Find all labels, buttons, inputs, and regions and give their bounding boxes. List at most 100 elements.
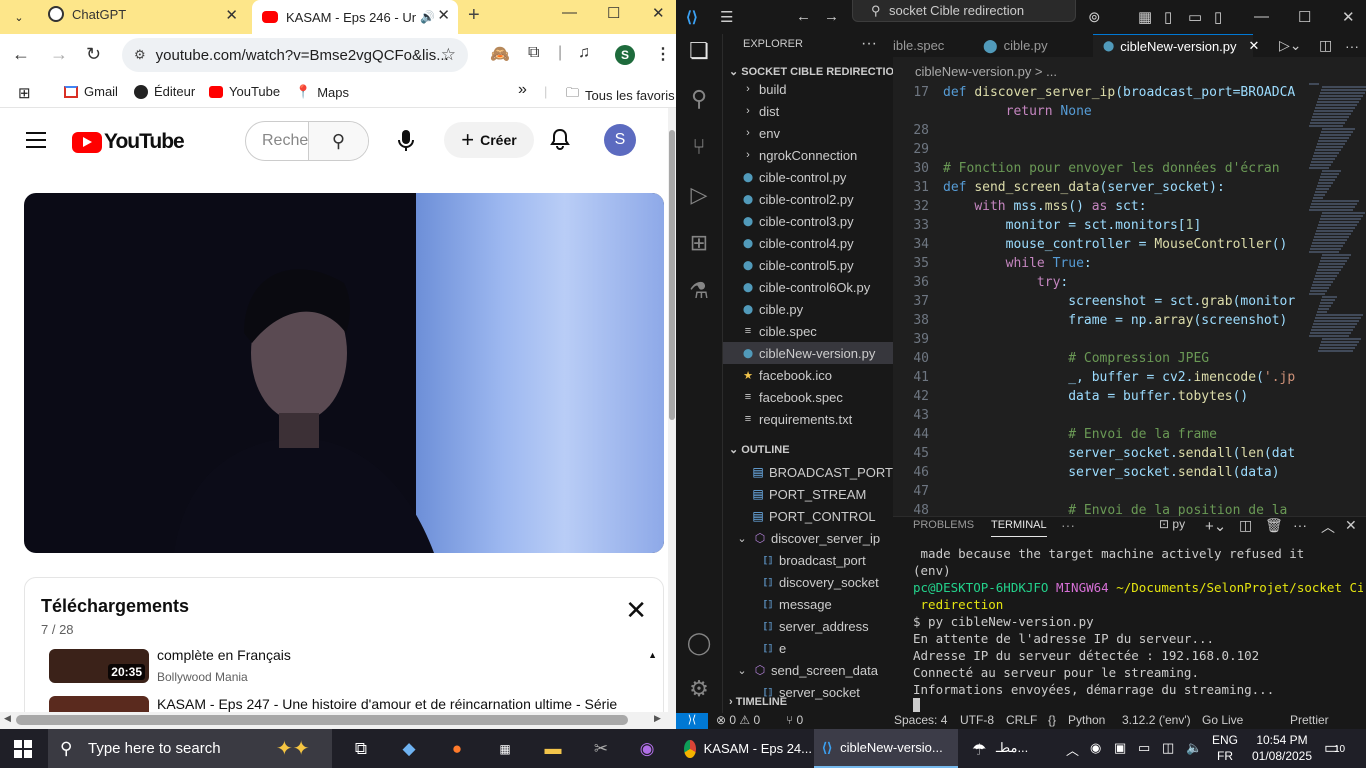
calendar-app-icon[interactable]: ▦ [492,737,518,761]
extensions-puzzle-icon[interactable]: ⧉ [528,44,539,62]
file-item[interactable]: ⬤ cible.py [723,298,893,320]
file-item[interactable]: ≡ facebook.spec [723,386,893,408]
bookmark-star-icon[interactable]: ☆ [441,45,456,65]
extensions-icon[interactable]: ⊞ [686,230,712,256]
search-icon[interactable]: ⚲ [686,86,712,112]
download-thumbnail[interactable] [49,696,149,712]
url-bar[interactable]: ⚙ youtube.com/watch?v=Bmse2vgQCFo&lis...… [122,38,468,72]
toggle-panel-icon[interactable]: ▭ [1188,8,1202,26]
outline-item[interactable]: ⟦⟧ message [723,593,893,615]
collapse-icon[interactable]: ▲ [648,650,657,660]
meet-icon[interactable]: ▣ [1114,740,1126,756]
network-icon[interactable]: ◫ [1162,740,1174,756]
snipping-tool-icon[interactable]: ✂ [588,737,614,761]
explorer-files-icon[interactable]: ❏ [686,38,712,64]
task-view-icon[interactable]: ⧉ [348,737,374,761]
project-section-header[interactable]: ⌄ SOCKET CIBLE REDIRECTION [729,65,893,78]
bookmark-youtube[interactable]: YouTube [209,84,280,99]
indentation-status[interactable]: Spaces: 4 [894,713,947,727]
back-arrow-icon[interactable]: ← [796,8,811,25]
file-item[interactable]: ⬤ cible-control2.py [723,188,893,210]
minimap[interactable] [1309,83,1366,423]
youtube-logo[interactable]: YouTube [72,130,185,154]
notification-center-icon[interactable]: ▭ 10 [1324,738,1345,758]
breadcrumb[interactable]: cibleNew-version.py > ... [893,61,1366,81]
close-window-button[interactable]: ✕ [1342,8,1355,26]
video-player[interactable] [24,193,664,553]
hamburger-menu-icon[interactable] [26,132,46,153]
toggle-secondary-sidebar-icon[interactable]: ▯ [1214,8,1222,26]
outline-item[interactable]: ⟦⟧ e [723,637,893,659]
close-icon[interactable]: ✕ [625,597,647,623]
new-tab-button[interactable]: + [468,4,480,27]
outline-item[interactable]: ⟦⟧ discovery_socket [723,571,893,593]
forward-arrow-icon[interactable]: → [50,44,68,65]
terminal-output[interactable]: made because the target machine actively… [913,545,1363,715]
account-avatar[interactable]: S [604,124,636,156]
maximize-panel-icon[interactable]: ︿ [1321,517,1335,535]
file-item[interactable]: ≡ cible.spec [723,320,893,342]
download-video-title[interactable]: KASAM - Eps 247 - Une histoire d'amour e… [157,696,627,712]
folder-item[interactable]: › ngrokConnection [723,144,893,166]
tab-cible-py[interactable]: ⬤ cible.py [983,34,1083,57]
file-item[interactable]: ⬤ cible-control.py [723,166,893,188]
profile-avatar[interactable]: S [615,45,635,65]
apps-grid-icon[interactable]: ⊞ [18,84,31,102]
remote-indicator-icon[interactable]: ⟩⟨ [676,713,708,729]
accounts-icon[interactable]: ◯ [686,630,712,656]
file-item[interactable]: ⬤ cible-control5.py [723,254,893,276]
maximize-button[interactable]: ☐ [607,4,620,22]
split-editor-icon[interactable]: ◫ [1319,34,1332,57]
search-input[interactable]: Reche [246,122,308,160]
clock[interactable]: 10:54 PM 01/08/2025 [1246,732,1318,764]
trash-icon[interactable]: 🗑 [1265,517,1283,535]
tray-overflow-icon[interactable]: ︿ [1066,740,1079,759]
source-control-icon[interactable]: ⑂ [686,134,712,160]
microphone-icon[interactable] [386,121,426,161]
chrome-menu-icon[interactable]: ⋮ [655,44,671,64]
toggle-sidebar-icon[interactable]: ▯ [1164,8,1172,26]
outline-item[interactable]: ⟦⟧ server_address [723,615,893,637]
settings-gear-icon[interactable]: ⚙ [686,676,712,702]
interpreter-status[interactable]: 3.12.2 ('env') [1122,713,1191,727]
taskbar-chrome-window[interactable]: KASAM - Eps 24... [676,729,812,768]
more-actions-icon[interactable]: ··· [1061,517,1075,535]
language-status[interactable]: Python [1068,713,1105,727]
tab-search-button[interactable]: ⌄ [6,5,32,29]
folder-item[interactable]: › build [723,78,893,100]
terminal-shell-selector[interactable]: ⊡ py [1159,517,1185,535]
scroll-right-icon[interactable]: ▶ [654,713,661,724]
volume-icon[interactable]: 🔈 [1186,740,1202,756]
notifications-bell-icon[interactable] [550,128,570,155]
file-explorer-icon[interactable]: ▬ [540,737,566,761]
close-icon[interactable]: ✕ [1249,38,1260,54]
code-area[interactable]: 17 def discover_server_ip(broadcast_port=… [893,83,1307,516]
close-panel-icon[interactable]: ✕ [1345,517,1357,535]
more-actions-icon[interactable]: ··· [1293,517,1307,535]
file-item[interactable]: ⬤ cibleNew-version.py [723,342,893,364]
minimize-button[interactable]: — [1254,8,1269,25]
layout-icon[interactable]: ▦ [1138,8,1152,26]
outline-item[interactable]: ▤ PORT_CONTROL [723,505,893,527]
outline-item[interactable]: ▤ PORT_STREAM [723,483,893,505]
command-center-search[interactable]: ⚲ socket Cible redirection [852,0,1076,22]
youtube-search-box[interactable]: Reche ⚲ [245,121,369,161]
tab-close-icon[interactable]: ✕ [225,6,238,24]
file-item[interactable]: ⬤ cible-control6Ok.py [723,276,893,298]
folder-item[interactable]: › dist [723,100,893,122]
tab-terminal[interactable]: TERMINAL [991,519,1047,537]
folder-item[interactable]: › env [723,122,893,144]
split-terminal-icon[interactable]: ◫ [1239,517,1252,535]
prettier-status[interactable]: Prettier [1290,713,1329,727]
tab-chatgpt[interactable]: ChatGPT ✕ [38,0,246,28]
monkey-extension-icon[interactable]: 🙈 [490,44,510,64]
tab-close-icon[interactable]: ✕ [437,6,450,24]
windows-start-icon[interactable] [14,740,32,758]
scroll-left-icon[interactable]: ◀ [4,713,11,724]
record-icon[interactable]: ◉ [1090,740,1101,756]
firefox-icon[interactable]: ● [444,737,470,761]
eol-status[interactable]: CRLF [1006,713,1037,727]
outline-item[interactable]: ⌄ ⬡ discover_server_ip [723,527,893,549]
file-item[interactable]: ≡ requirements.txt [723,408,893,430]
outline-item[interactable]: ⌄ ⬡ send_screen_data [723,659,893,681]
